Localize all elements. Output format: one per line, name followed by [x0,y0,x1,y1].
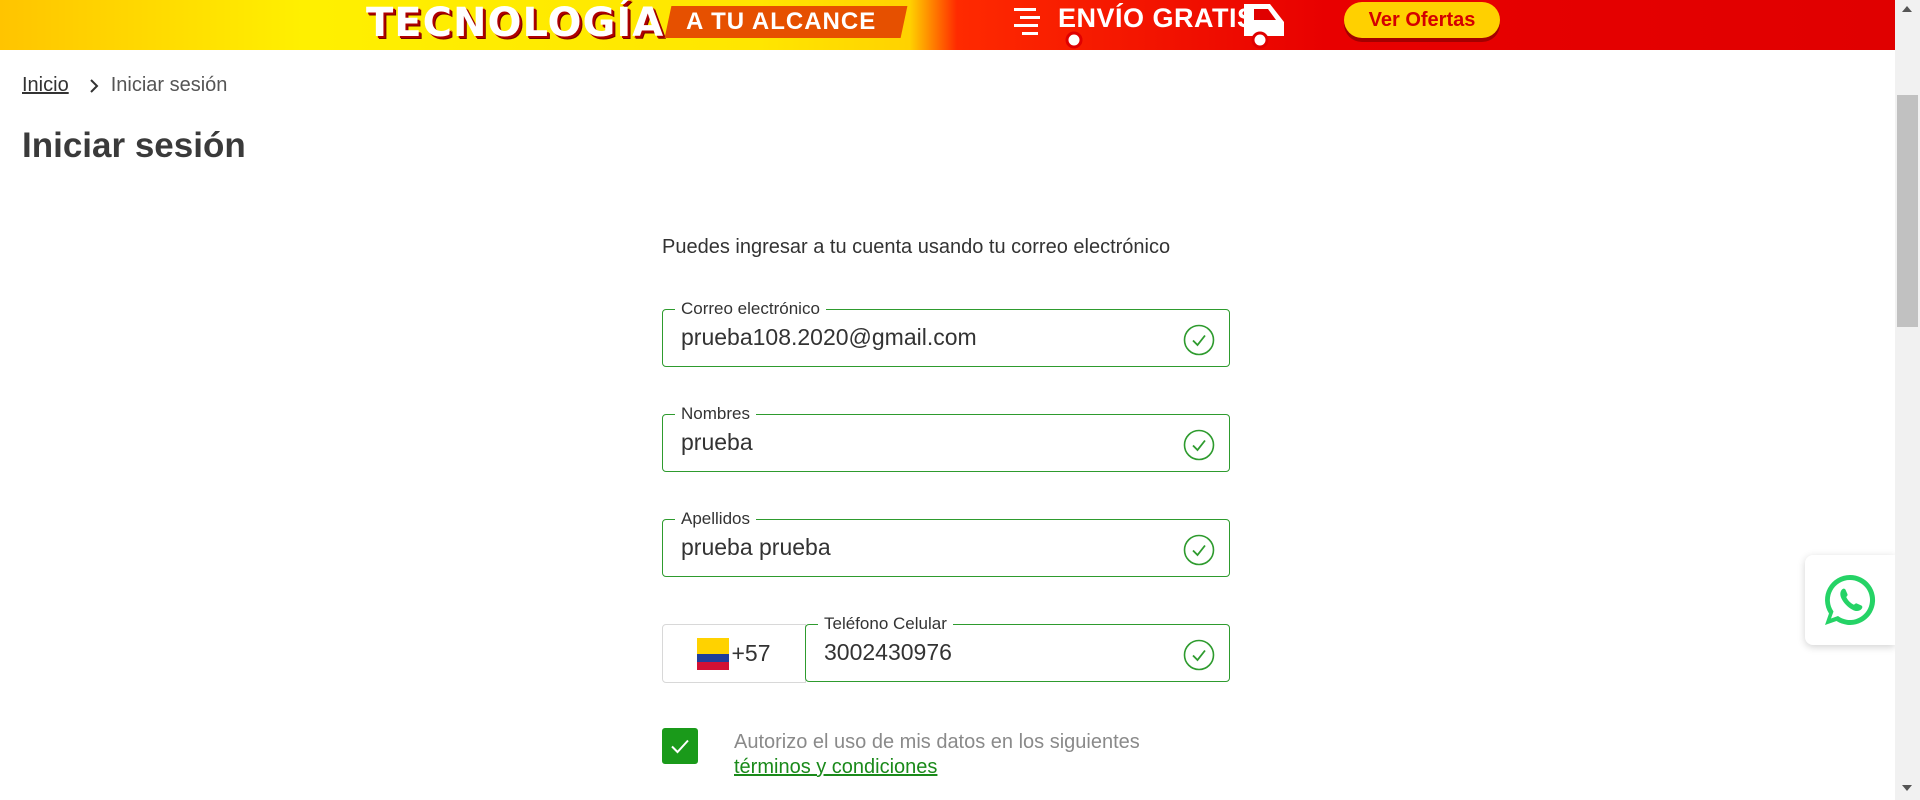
valid-check-icon [1183,639,1215,671]
scroll-up-arrow-icon[interactable] [1902,6,1912,12]
page-scrollbar[interactable] [1895,0,1920,800]
phone-field-value[interactable]: 3002430976 [824,639,952,666]
banner-tagline: A TU ALCANCE [686,8,877,35]
country-code-selector[interactable]: +57 [662,624,806,683]
valid-check-icon [1183,429,1215,461]
consent-label: Autorizo el uso de mis datos en los sigu… [734,731,1140,753]
whatsapp-button[interactable] [1805,555,1895,645]
page-title: Iniciar sesión [22,126,246,165]
phone-field-label: Teléfono Celular [818,614,953,634]
last-name-field[interactable]: Apellidos prueba prueba [662,509,1230,577]
chevron-right-icon [89,78,99,93]
promo-banner[interactable]: TECNOLOGÍA A TU ALCANCE ENVÍO GRATIS Ver… [0,0,1895,50]
colombia-flag-icon [697,637,730,670]
scroll-down-arrow-icon[interactable] [1902,785,1912,791]
scrollbar-thumb[interactable] [1897,95,1918,327]
first-name-field-value[interactable]: prueba [681,429,753,456]
breadcrumb-home-link[interactable]: Inicio [22,74,69,97]
breadcrumb-current: Iniciar sesión [110,74,228,96]
email-field-label: Correo electrónico [675,299,826,319]
last-name-field-value[interactable]: prueba prueba [681,534,831,561]
consent-checkbox[interactable] [662,728,698,764]
last-name-field-label: Apellidos [675,509,756,529]
whatsapp-icon [1825,574,1876,625]
form-intro: Puedes ingresar a tu cuenta usando tu co… [662,236,1171,258]
email-field[interactable]: Correo electrónico prueba108.2020@gmail.… [662,299,1230,367]
first-name-field-label: Nombres [675,404,756,424]
country-code: +57 [731,640,771,666]
phone-field[interactable]: Teléfono Celular 3002430976 [805,614,1230,682]
valid-check-icon [1183,324,1215,356]
breadcrumb: Inicio Iniciar sesión [22,74,227,97]
terms-link[interactable]: términos y condiciones [734,755,1140,780]
view-offers-button[interactable]: Ver Ofertas [1344,2,1500,38]
banner-shipping: ENVÍO GRATIS [1058,3,1256,33]
banner-headline: TECNOLOGÍA [366,0,665,46]
email-field-value[interactable]: prueba108.2020@gmail.com [681,324,977,351]
checkmark-icon [671,739,689,754]
consent-text: Autorizo el uso de mis datos en los sigu… [734,730,1140,780]
first-name-field[interactable]: Nombres prueba [662,404,1230,472]
valid-check-icon [1183,534,1215,566]
